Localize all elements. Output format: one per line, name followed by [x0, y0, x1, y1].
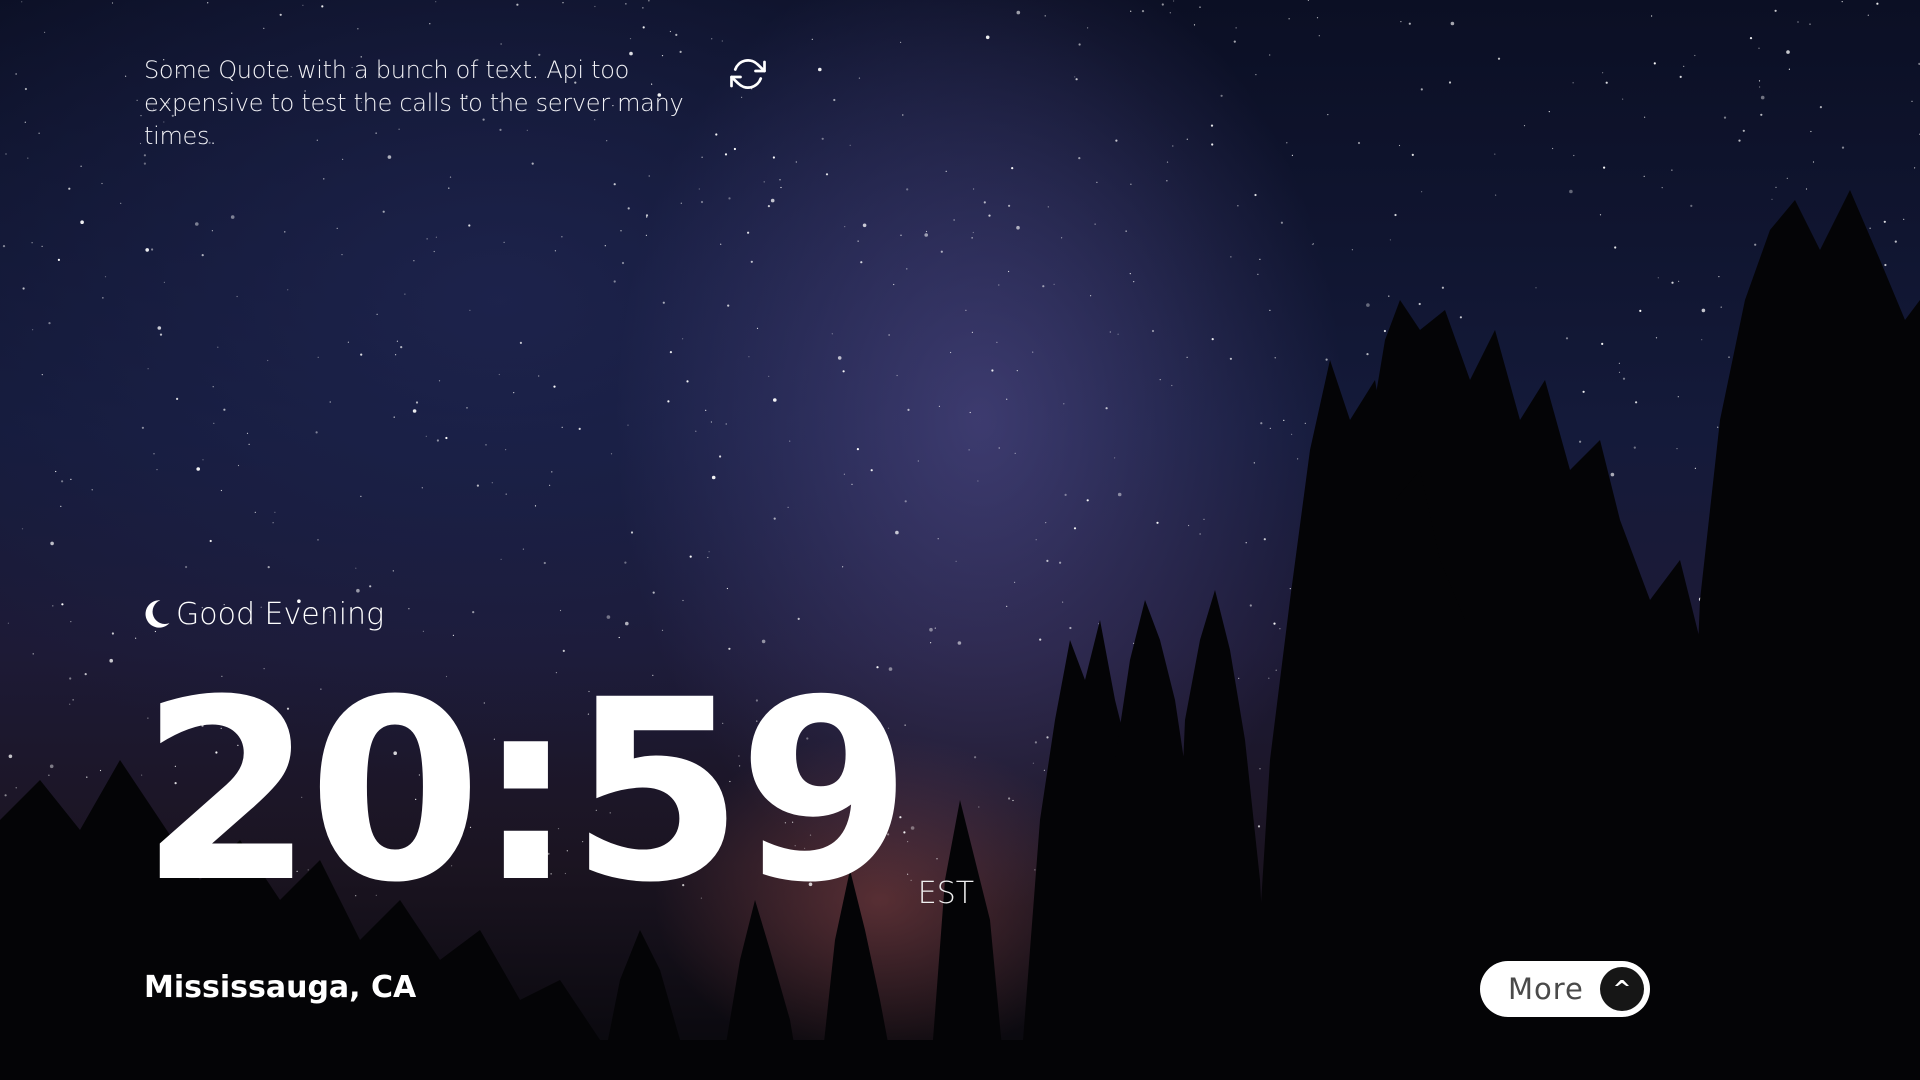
more-button[interactable]: More ^ [1480, 961, 1650, 1017]
clock-timezone: EST [917, 876, 975, 911]
refresh-icon [730, 59, 766, 89]
clock: 20:59 EST [140, 646, 975, 937]
greeting-text: Good Evening [176, 596, 385, 632]
refresh-quote-button[interactable] [730, 56, 766, 92]
quote-text: Some Quote with a bunch of text. Api too… [144, 56, 684, 150]
background-scene: Some Quote with a bunch of text. Api too… [0, 0, 1920, 1080]
location: Mississauga, CA [144, 970, 417, 1005]
more-button-label: More [1508, 972, 1584, 1006]
clock-time: 20:59 [140, 646, 912, 937]
chevron-up-icon: ^ [1600, 967, 1644, 1011]
greeting: Good Evening [144, 594, 384, 634]
moon-icon [145, 600, 170, 628]
